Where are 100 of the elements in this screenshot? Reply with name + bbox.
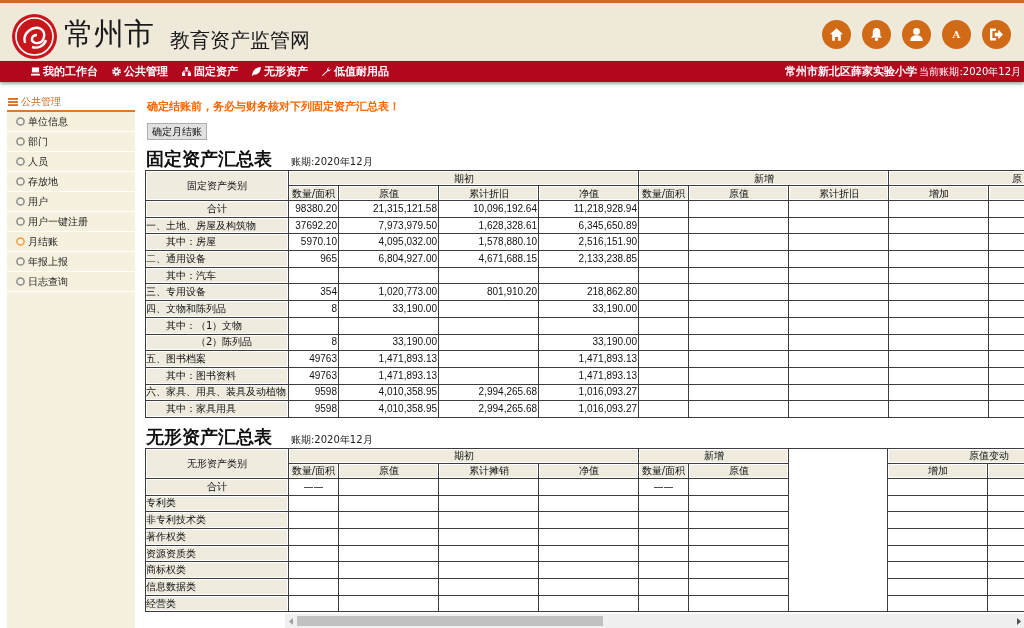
table-cell: 4,010,358.95 [338, 384, 439, 401]
site-subtitle: 教育资产监管网 [170, 29, 310, 51]
table-cell: 4,095,032.00 [338, 233, 439, 251]
sidebar-item[interactable]: 月结账 [7, 232, 135, 252]
table-cell: 2,516,151.90 [538, 233, 639, 251]
sidebar-item[interactable]: 日志查询 [7, 272, 135, 292]
home-icon [830, 27, 843, 41]
table-cell: 1,471,893.13 [338, 367, 439, 385]
table-cell: 4,010,358.95 [338, 400, 439, 418]
confirm-button[interactable]: 确定月结账 [147, 123, 207, 140]
table-cell [638, 545, 689, 562]
table-cell [638, 511, 689, 529]
sidebar-item[interactable]: 用户一键注册 [7, 212, 135, 232]
table-cell [638, 495, 689, 512]
table-cell: 8 [288, 334, 339, 351]
table-cell [288, 561, 339, 579]
bell-icon [870, 27, 883, 41]
scroll-left-icon[interactable] [289, 617, 293, 625]
user-button[interactable] [902, 19, 931, 49]
column-header: 固定资产类别 [145, 170, 289, 201]
table-cell: —— [638, 478, 689, 496]
table-cell: 9598 [288, 384, 339, 401]
table-cell: 33,190.00 [338, 300, 439, 318]
table-cell: 6,345,650.89 [538, 217, 639, 234]
table-cell [288, 317, 339, 334]
scroll-right-icon[interactable] [1017, 617, 1021, 625]
table-cell [638, 334, 689, 351]
bell-button[interactable] [862, 19, 891, 49]
table-cell: 33,190.00 [538, 334, 639, 351]
table-cell [638, 400, 689, 418]
table-cell [288, 528, 339, 546]
nav-link[interactable]: 公共管理 [112, 64, 168, 79]
sidebar-item[interactable]: 存放地 [7, 172, 135, 192]
table-cell: 801,910.20 [438, 283, 539, 301]
monitor-icon [31, 67, 40, 76]
table-cell: 1,016,093.27 [538, 400, 639, 418]
sidebar-item[interactable]: 年报上报 [7, 252, 135, 272]
nav-link[interactable]: 无形资产 [252, 64, 308, 79]
sidebar-item[interactable]: 用户 [7, 192, 135, 212]
column-group-header: 新增 [638, 448, 789, 464]
nav-link[interactable]: 固定资产 [182, 64, 238, 79]
table-cell: 1,578,880.10 [438, 233, 539, 251]
column-group-header: 期初 [288, 170, 639, 186]
table-cell: 98380.20 [288, 200, 339, 218]
period-label: 账期:2020年12月 [291, 155, 373, 169]
table-cell: 49763 [288, 350, 339, 368]
table-title: 无形资产汇总表 [146, 425, 272, 448]
user-icon [910, 27, 923, 41]
home-button[interactable] [822, 19, 851, 49]
table-cell: 1,020,773.00 [338, 283, 439, 301]
table-cell [638, 217, 689, 234]
table-cell [638, 561, 689, 579]
column-group-header: 原值变动 [887, 448, 1024, 464]
menu-icon [8, 97, 18, 106]
table-cell [638, 528, 689, 546]
blocks-icon [182, 67, 191, 76]
table-cell: 354 [288, 283, 339, 301]
sidebar-item[interactable]: 部门 [7, 132, 135, 152]
nav-link[interactable]: 低值耐用品 [322, 64, 389, 79]
table-cell: 218,862.80 [538, 283, 639, 301]
scrollbar-thumb[interactable] [297, 616, 603, 627]
table-cell: 2,133,238.85 [538, 250, 639, 268]
table-cell: 1,471,893.13 [338, 350, 439, 368]
table-cell [288, 545, 339, 562]
table-cell [288, 578, 339, 596]
table-cell [638, 250, 689, 268]
table-cell: 6,804,927.00 [338, 250, 439, 268]
table-cell: 9598 [288, 400, 339, 418]
table-cell [638, 200, 689, 218]
table-cell [638, 367, 689, 385]
horizontal-scrollbar[interactable] [285, 614, 1024, 628]
period-label: 账期:2020年12月 [291, 432, 373, 447]
table-cell: 1,471,893.13 [538, 367, 639, 385]
letter-button[interactable]: A [942, 19, 971, 49]
leaf-icon [252, 67, 261, 76]
table-cell [638, 317, 689, 334]
sidebar-item[interactable]: 人员 [7, 152, 135, 172]
column-group-header: 新增 [638, 170, 889, 186]
table-cell: 37692.20 [288, 217, 339, 234]
table-cell: 965 [288, 250, 339, 268]
sidebar-title: 公共管理 [21, 94, 61, 109]
table-cell: 7,973,979.50 [338, 217, 439, 234]
table-cell [638, 233, 689, 251]
table-cell: 1,471,893.13 [538, 350, 639, 368]
table-cell: 4,671,688.15 [438, 250, 539, 268]
table-cell: 1,628,328.61 [438, 217, 539, 234]
table-cell: 10,096,192.64 [438, 200, 539, 218]
logout-button[interactable] [982, 19, 1011, 49]
site-title: 常州市 [64, 17, 154, 51]
table-cell: 49763 [288, 367, 339, 385]
nav-link[interactable]: 我的工作台 [31, 64, 98, 79]
table-cell [638, 578, 689, 596]
table-title: 固定资产汇总表 [146, 148, 272, 170]
table-cell [288, 267, 339, 284]
table-cell [638, 595, 689, 612]
school-name: 常州市新北区薛家实验小学 [785, 64, 918, 79]
column-header: 无形资产类别 [145, 448, 289, 479]
table-cell: 8 [288, 300, 339, 318]
sidebar-item[interactable]: 单位信息 [7, 112, 135, 132]
table-cell [638, 350, 689, 368]
